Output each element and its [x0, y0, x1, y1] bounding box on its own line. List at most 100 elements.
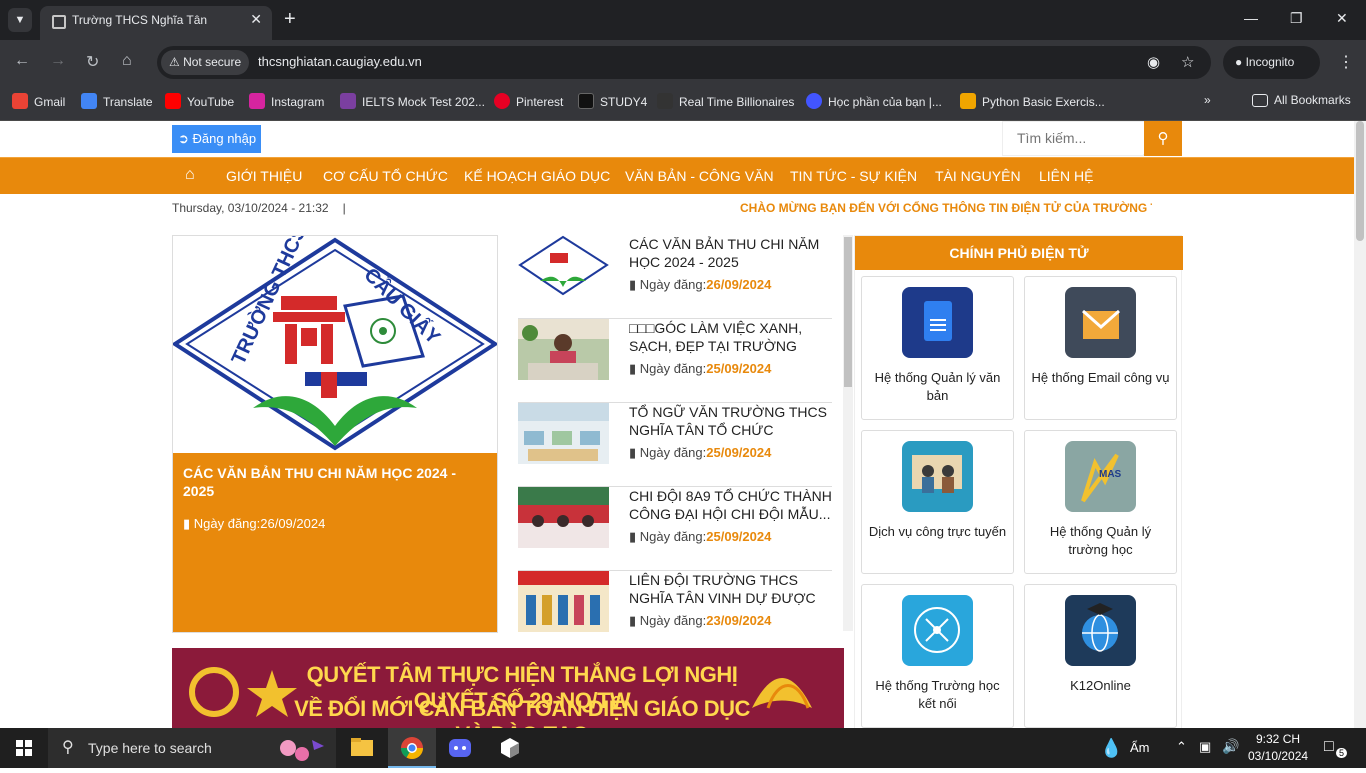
list-item[interactable]: □□□GÓC LÀM VIỆC XANH, SẠCH, ĐẸP TẠI TRƯỜ… — [518, 319, 832, 403]
list-item[interactable]: CÁC VĂN BẢN THU CHI NĂM HỌC 2024 - 2025 … — [518, 235, 832, 319]
news-date: ▮ Ngày đăng:25/09/2024 — [629, 361, 772, 376]
gov-card-label: K12Online — [1070, 678, 1131, 693]
file-explorer-icon[interactable] — [338, 728, 386, 768]
home-icon[interactable]: ⌂ — [122, 52, 132, 70]
news-thumbnail — [518, 319, 609, 380]
handshake-icon — [902, 441, 973, 512]
login-button[interactable]: ➲ Đăng nhập — [172, 125, 261, 153]
bookmark-study4[interactable]: STUDY4 — [578, 93, 647, 109]
weather-text[interactable]: Ẩm — [1130, 740, 1150, 755]
minimize-icon[interactable]: — — [1244, 10, 1258, 26]
policy-banner[interactable]: QUYẾT TÂM THỰC HIỆN THẮNG LỢI NGHỊ QUYẾT… — [172, 648, 844, 728]
translate-icon — [81, 93, 97, 109]
more-bookmarks-icon[interactable]: » — [1204, 93, 1211, 107]
bookmark-youtube[interactable]: YouTube — [165, 93, 234, 109]
bookmark-quizlet[interactable]: Học phần của bạn |... — [806, 93, 942, 109]
gov-card-document[interactable]: Hệ thống Quản lý văn bản — [861, 276, 1014, 420]
weather-icon[interactable]: 💧 — [1100, 738, 1122, 759]
gov-card-label: Hệ thống Quản lý trường học — [1049, 524, 1152, 557]
featured-title[interactable]: CÁC VĂN BẢN THU CHI NĂM HỌC 2024 - 2025 — [183, 464, 483, 500]
list-item[interactable]: CHI ĐỘI 8A9 TỔ CHỨC THÀNH CÔNG ĐẠI HỘI C… — [518, 487, 832, 571]
news-title[interactable]: LIÊN ĐỘI TRƯỜNG THCS NGHĨA TÂN VINH DỰ Đ… — [629, 571, 832, 607]
gov-card-smas[interactable]: MAS Hệ thống Quản lý trường học — [1024, 430, 1177, 574]
list-item[interactable]: TỔ NGỮ VĂN TRƯỜNG THCS NGHĨA TÂN TỔ CHỨC… — [518, 403, 832, 487]
site-search-input[interactable] — [1017, 122, 1147, 154]
new-tab-button[interactable]: + — [284, 8, 296, 30]
chrome-taskbar-icon[interactable] — [388, 728, 436, 768]
all-bookmarks[interactable]: All Bookmarks — [1252, 93, 1351, 107]
news-scrollbar[interactable] — [843, 235, 853, 631]
bookmark-instagram[interactable]: Instagram — [249, 93, 324, 109]
search-highlight-image — [280, 740, 324, 761]
date-value: 23/09/2024 — [706, 613, 772, 628]
menu-tai-nguyen[interactable]: TÀI NGUYÊN — [935, 168, 1021, 184]
bookmark-python[interactable]: Python Basic Exercis... — [960, 93, 1105, 109]
page-scrollbar[interactable] — [1354, 121, 1366, 728]
bookmark-pinterest[interactable]: Pinterest — [494, 93, 563, 109]
news-scroll-thumb[interactable] — [844, 237, 852, 387]
chrome-menu-icon[interactable]: ⋮ — [1338, 52, 1354, 72]
menu-tin-tuc-su-kien[interactable]: TIN TỨC - SỰ KIỆN — [790, 168, 917, 184]
e-government-panel: CHÍNH PHỦ ĐIỆN TỬ Hệ thống Quản lý văn b… — [854, 235, 1183, 728]
smas-icon: MAS — [1065, 441, 1136, 512]
incognito-badge[interactable]: ● Incognito — [1223, 46, 1320, 79]
main-menu: ⌂ GIỚI THIỆU CƠ CẤU TỔ CHỨC KẾ HOẠCH GIÁ… — [0, 157, 1354, 194]
bookmark-star-icon[interactable]: ☆ — [1181, 53, 1194, 71]
bookmark-label: STUDY4 — [600, 95, 648, 109]
back-icon[interactable]: ← — [14, 52, 30, 70]
news-title[interactable]: CHI ĐỘI 8A9 TỔ CHỨC THÀNH CÔNG ĐẠI HỘI C… — [629, 487, 832, 523]
forward-icon[interactable]: → — [50, 52, 66, 70]
menu-lien-he[interactable]: LIÊN HỆ — [1039, 168, 1093, 184]
omnibox[interactable]: ⚠ Not secure thcsnghiatan.caugiay.edu.vn… — [157, 46, 1211, 79]
bookmark-ielts[interactable]: IELTS Mock Test 202... — [340, 93, 485, 109]
gov-card-k12online[interactable]: K12Online — [1024, 584, 1177, 728]
discord-icon[interactable] — [436, 728, 484, 768]
date-prefix: Ngày đăng: — [639, 277, 707, 292]
news-title[interactable]: □□□GÓC LÀM VIỆC XANH, SẠCH, ĐẸP TẠI TRƯỜ… — [629, 319, 832, 355]
news-date: ▮ Ngày đăng:23/09/2024 — [629, 613, 772, 628]
close-tab-icon[interactable]: ✕ — [250, 11, 262, 28]
bookmark-label: Instagram — [271, 95, 325, 109]
list-item[interactable]: LIÊN ĐỘI TRƯỜNG THCS NGHĨA TÂN VINH DỰ Đ… — [518, 571, 832, 655]
news-title[interactable]: CÁC VĂN BẢN THU CHI NĂM HỌC 2024 - 2025 — [629, 235, 832, 271]
menu-co-cau-to-chuc[interactable]: CƠ CẤU TỔ CHỨC — [323, 168, 448, 184]
tab-favicon-icon — [52, 15, 66, 29]
page-scroll-thumb[interactable] — [1356, 121, 1364, 241]
browser-tab[interactable]: Trường THCS Nghĩa Tân ✕ — [40, 6, 272, 40]
bookmark-translate[interactable]: Translate — [81, 93, 153, 109]
clock-time[interactable]: 9:32 CH — [1256, 732, 1300, 746]
close-window-icon[interactable]: ✕ — [1336, 10, 1348, 27]
restore-icon[interactable]: ❐ — [1290, 10, 1303, 27]
reload-icon[interactable]: ↻ — [86, 52, 99, 72]
youtube-icon — [165, 93, 181, 109]
eye-off-icon[interactable]: ◉ — [1147, 53, 1160, 71]
news-thumbnail — [518, 487, 609, 548]
news-title[interactable]: TỔ NGỮ VĂN TRƯỜNG THCS NGHĨA TÂN TỔ CHỨC… — [629, 403, 832, 439]
menu-ke-hoach-giao-duc[interactable]: KẾ HOẠCH GIÁO DỤC — [464, 168, 610, 184]
tab-search-button[interactable]: ▼ — [8, 8, 32, 32]
gov-card-email[interactable]: Hệ thống Email công vụ — [1024, 276, 1177, 420]
bookmark-gmail[interactable]: Gmail — [12, 93, 65, 109]
search-icon[interactable]: ⚲ — [1144, 121, 1182, 156]
volume-icon[interactable]: 🔊 — [1222, 738, 1239, 755]
url-text[interactable]: thcsnghiatan.caugiay.edu.vn — [258, 54, 422, 69]
bookmark-billionaires[interactable]: Real Time Billionaires — [657, 93, 794, 109]
news-date: ▮ Ngày đăng:25/09/2024 — [629, 529, 772, 544]
not-secure-badge[interactable]: ⚠ Not secure — [161, 50, 250, 75]
clock-date[interactable]: 03/10/2024 — [1248, 749, 1308, 763]
menu-van-ban-cong-van[interactable]: VĂN BẢN - CÔNG VĂN — [625, 168, 774, 184]
incognito-label: Incognito — [1245, 55, 1295, 69]
chevron-up-icon[interactable]: ⌃ — [1176, 739, 1187, 755]
featured-article[interactable]: TRƯỜNG THCS CẦU GIẤY CÁC VĂN BẢN THU CHI… — [171, 222, 499, 633]
notification-icon[interactable]: □ — [1324, 738, 1334, 756]
windows-start-icon[interactable] — [0, 728, 48, 768]
home-menu-icon[interactable]: ⌂ — [185, 166, 195, 184]
gov-card-public-service[interactable]: Dịch vụ công trực tuyến — [861, 430, 1014, 574]
bookmarks-bar: Gmail Translate YouTube Instagram IELTS … — [0, 85, 1366, 121]
menu-gioi-thieu[interactable]: GIỚI THIỆU — [226, 168, 302, 184]
sandbox-app-icon[interactable] — [486, 728, 534, 768]
news-date: ▮ Ngày đăng:26/09/2024 — [629, 277, 772, 292]
gov-card-school-network[interactable]: Hệ thống Trường học kết nối — [861, 584, 1014, 728]
network-icon[interactable]: ▣ — [1199, 739, 1211, 755]
taskbar-search-input[interactable]: ⚲ Type here to search — [48, 728, 336, 768]
